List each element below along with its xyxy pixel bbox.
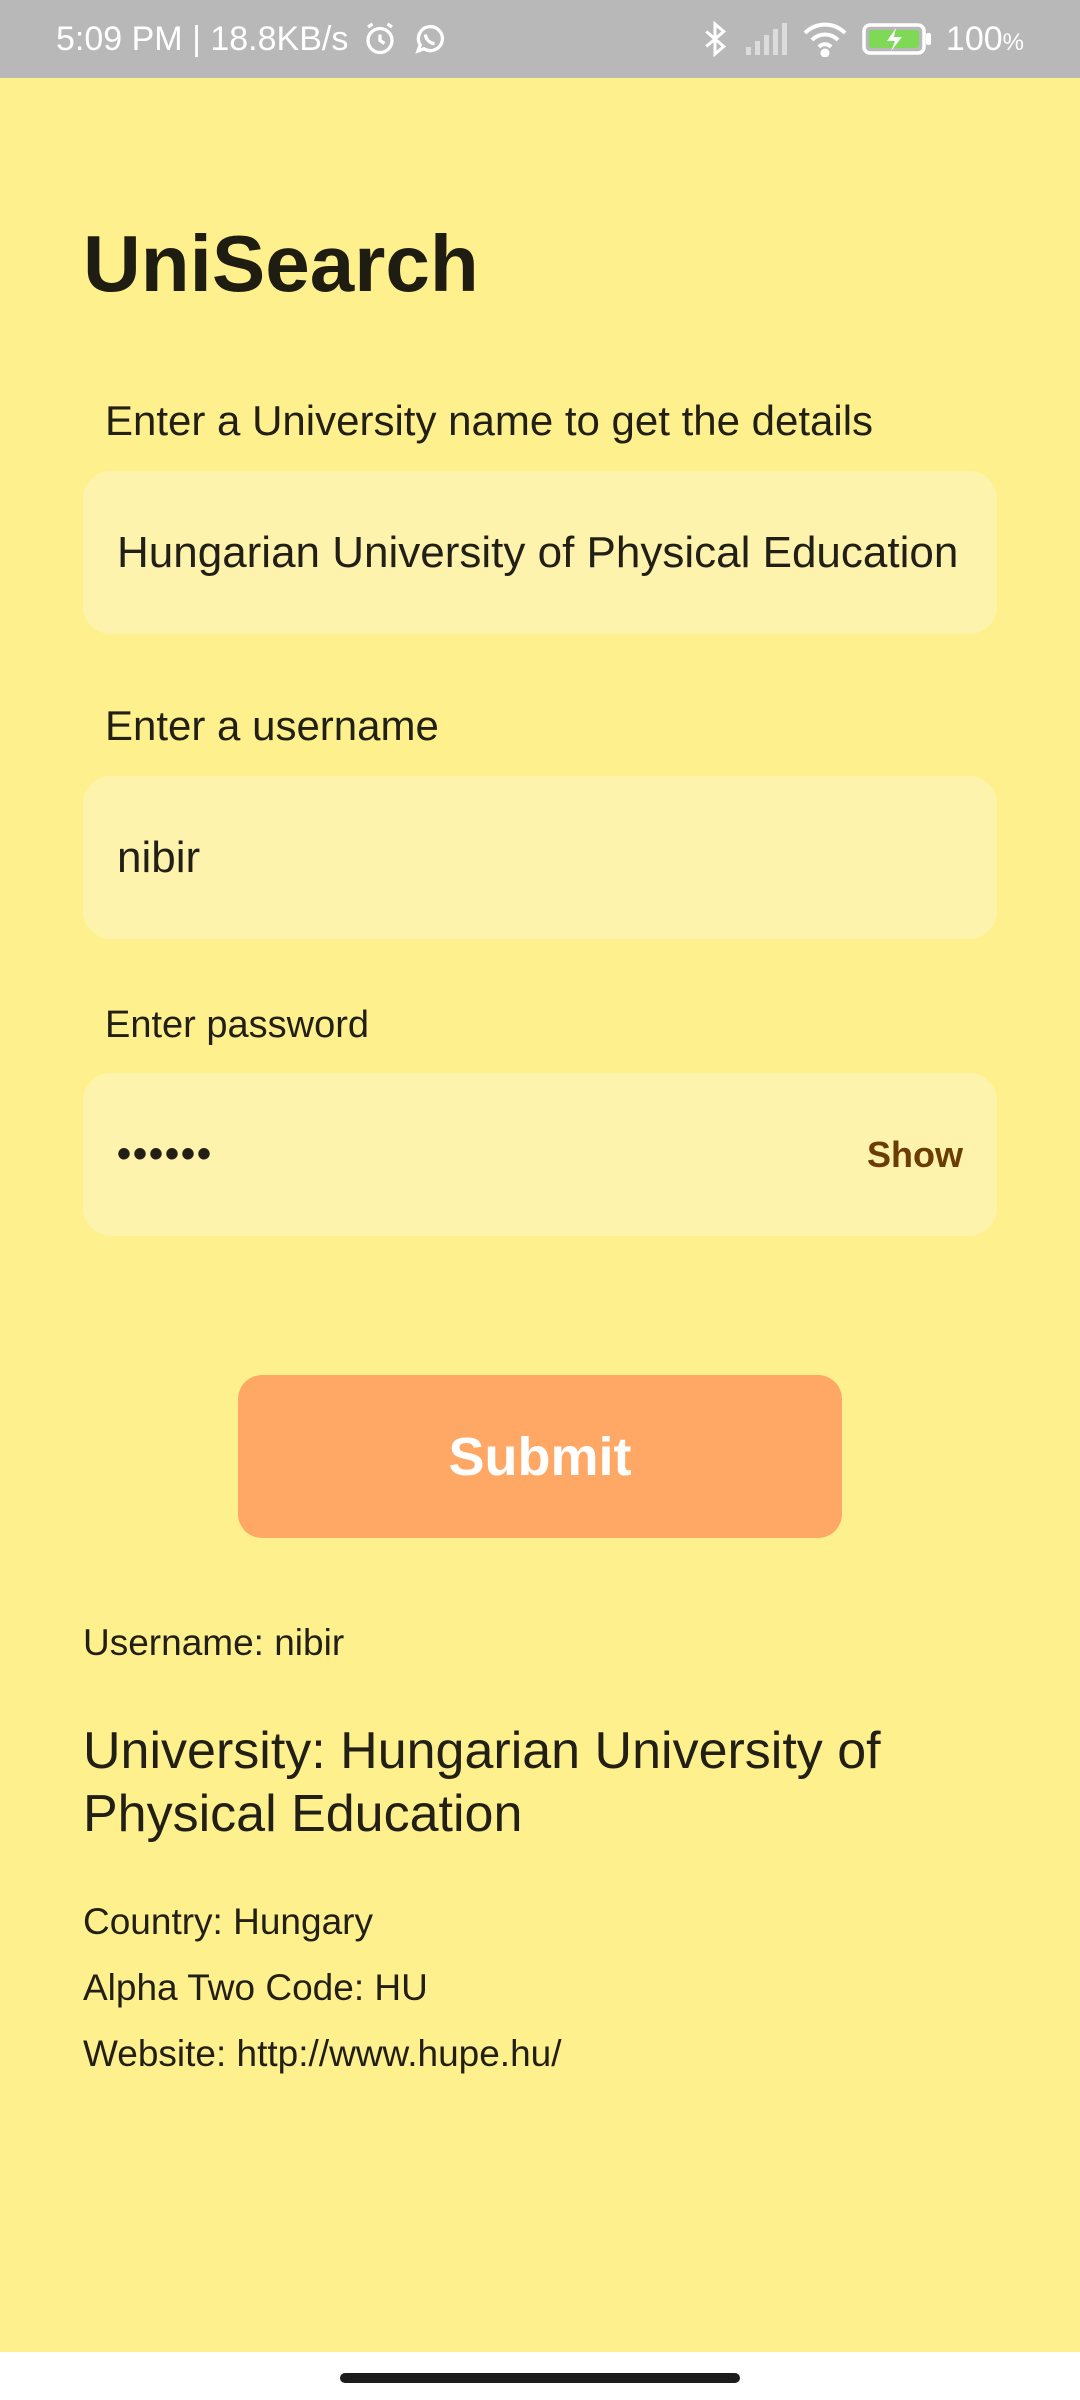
university-name-input[interactable]: Hungarian University of Physical Educati… xyxy=(83,471,997,634)
result-alpha-two-code: Alpha Two Code: HU xyxy=(83,1967,428,2008)
battery-charging-icon xyxy=(862,22,932,56)
app-title: UniSearch xyxy=(83,219,479,308)
username-field-label: Enter a username xyxy=(105,702,439,749)
bluetooth-icon xyxy=(700,20,730,58)
password-value: •••••• xyxy=(117,1132,214,1176)
result-university: University: Hungarian University of Phys… xyxy=(83,1722,881,1843)
password-field-label: Enter password xyxy=(105,1004,370,1046)
alarm-icon xyxy=(362,21,398,57)
result-country: Country: Hungary xyxy=(83,1901,373,1942)
university-field-label: Enter a University name to get the detai… xyxy=(105,397,874,444)
university-name-value: Hungarian University of Physical Educati… xyxy=(117,527,959,577)
status-bar-right: 100% xyxy=(700,20,1024,59)
status-bar-left: 5:09 PM | 18.8KB/s xyxy=(56,20,448,59)
result-website: Website: http://www.hupe.hu/ xyxy=(83,2033,562,2074)
status-bar: 5:09 PM | 18.8KB/s 100% xyxy=(0,0,1080,78)
username-value: nibir xyxy=(117,832,201,882)
wifi-icon xyxy=(802,21,848,57)
home-indicator[interactable] xyxy=(340,2373,740,2383)
result-username: Username: nibir xyxy=(83,1622,345,1663)
username-input[interactable]: nibir xyxy=(83,776,997,939)
signal-icon xyxy=(744,23,788,55)
password-input[interactable]: •••••• Show xyxy=(83,1073,997,1236)
status-time-speed: 5:09 PM | 18.8KB/s xyxy=(56,19,349,58)
whatsapp-icon xyxy=(412,21,448,57)
battery-percentage: 100% xyxy=(945,19,1024,58)
show-password-button[interactable]: Show xyxy=(867,1134,963,1176)
submit-button[interactable]: Submit xyxy=(238,1375,842,1538)
